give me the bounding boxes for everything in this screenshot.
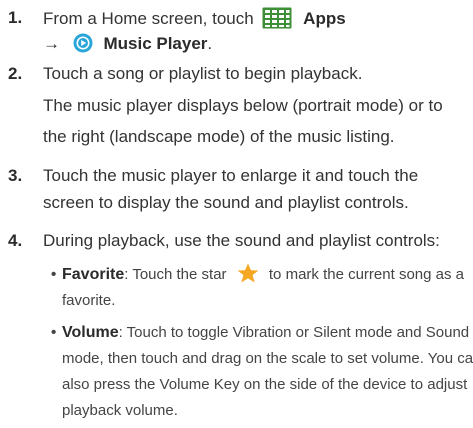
step-3: 3. Touch the music player to enlarge it … (0, 165, 473, 187)
favorite-text-1: : Touch the star (124, 266, 227, 283)
bullet-volume: • Volume: Touch to toggle Vibration or S… (51, 320, 473, 424)
music-player-icon (73, 33, 93, 53)
step-1-line-2: → Music Player. (43, 33, 212, 55)
apps-grid-icon (262, 7, 292, 29)
step-2-note-line-2: the right (landscape mode) of the music … (43, 127, 395, 146)
star-icon (237, 263, 259, 283)
step-2: 2. Touch a song or playlist to begin pla… (0, 63, 473, 85)
step-1: 1. From a Home screen, touch Apps → Musi… (0, 7, 473, 57)
bullet-favorite-line-1: Favorite: Touch the star to mark the cur… (62, 262, 464, 288)
bullet-volume-line-2: mode, then touch and drag on the scale t… (62, 350, 473, 367)
period: . (207, 34, 213, 53)
step-number: 4. (8, 231, 23, 250)
favorite-label: Favorite (62, 266, 125, 283)
step-1-prefix: From a Home screen, touch (43, 9, 254, 28)
bullet-dot: • (51, 324, 57, 341)
volume-text-1: : Touch to toggle Vibration or Silent mo… (118, 324, 470, 341)
bullet-volume-line-1: Volume: Touch to toggle Vibration or Sil… (62, 320, 469, 346)
step-3-line-2: screen to display the sound and playlist… (43, 193, 409, 212)
arrow-icon: → (43, 34, 60, 53)
bullet-favorite: • Favorite: Touch the star to mark the c… (51, 262, 471, 314)
favorite-text-2: to mark the current song as a (268, 266, 464, 283)
bullet-dot: • (51, 266, 57, 283)
volume-label: Volume (62, 324, 119, 341)
music-player-label: Music Player (103, 34, 208, 53)
step-4-text: During playback, use the sound and playl… (43, 231, 440, 250)
step-2-note-line-1: The music player displays below (portrai… (43, 96, 443, 115)
bullet-volume-line-4: playback volume. (62, 402, 178, 419)
bullet-volume-line-3: also press the Volume Key on the side of… (62, 376, 468, 393)
step-number: 2. (8, 64, 23, 83)
apps-label: Apps (303, 9, 346, 28)
step-number: 1. (8, 8, 23, 27)
bullet-favorite-line-2: favorite. (62, 292, 116, 309)
step-3-line-1: Touch the music player to enlarge it and… (43, 166, 419, 185)
instructions-page: 1. From a Home screen, touch Apps → Musi… (0, 0, 473, 428)
step-1-text: From a Home screen, touch Apps (43, 7, 346, 30)
step-number: 3. (8, 166, 23, 185)
step-2-text: Touch a song or playlist to begin playba… (43, 64, 363, 83)
step-4: 4. During playback, use the sound and pl… (0, 230, 473, 252)
